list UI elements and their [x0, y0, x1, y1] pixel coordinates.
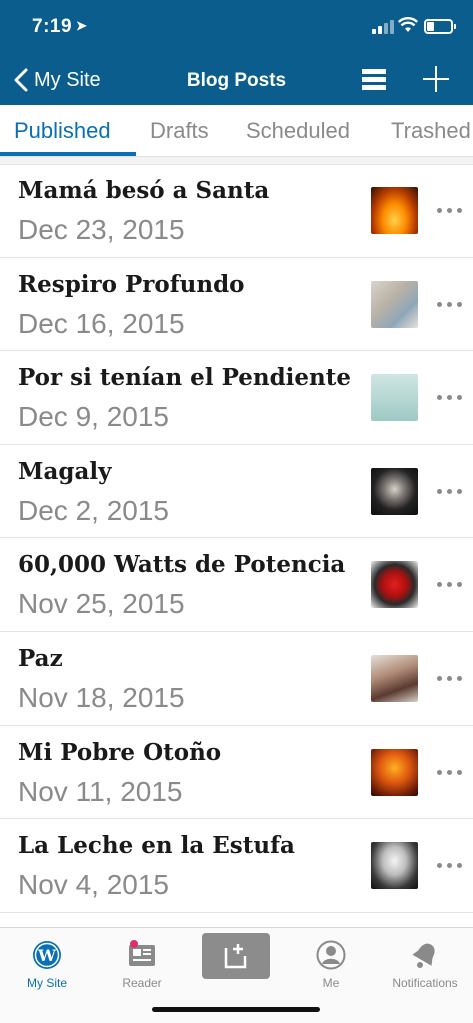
- post-title: Por si tenían el Pendiente: [18, 364, 352, 392]
- post-status-tabs: Published Drafts Scheduled Trashed: [0, 105, 473, 157]
- post-row[interactable]: Por si tenían el Pendiente Dec 9, 2015: [0, 351, 473, 445]
- post-thumbnail: [371, 561, 418, 609]
- post-row[interactable]: La Leche en la Estufa Nov 4, 2015: [0, 819, 473, 913]
- post-thumbnail: [371, 748, 418, 796]
- wifi-icon: [398, 17, 418, 32]
- ellipsis-icon[interactable]: [437, 205, 463, 215]
- post-title: Paz: [18, 644, 63, 672]
- tab-label-notifications: Notifications: [392, 976, 458, 990]
- tab-published[interactable]: Published: [14, 118, 111, 144]
- location-arrow-icon: ➤: [76, 18, 88, 33]
- ellipsis-icon[interactable]: [437, 767, 463, 777]
- tab-me[interactable]: Me: [284, 934, 378, 994]
- new-post-glyph: [224, 944, 247, 969]
- post-title: Respiro Profundo: [18, 270, 245, 298]
- post-thumbnail: [371, 842, 418, 890]
- tab-scheduled[interactable]: Scheduled: [246, 118, 350, 144]
- wordpress-icon: W: [33, 941, 61, 969]
- post-date: Nov 11, 2015: [18, 775, 183, 807]
- back-button[interactable]: My Site: [12, 66, 101, 94]
- post-date: Nov 18, 2015: [18, 681, 185, 713]
- post-row[interactable]: Magaly Dec 2, 2015: [0, 445, 473, 539]
- signal-icon: [372, 20, 394, 34]
- ellipsis-icon[interactable]: [437, 673, 463, 683]
- post-title: Mi Pobre Otoño: [18, 738, 222, 766]
- post-date: Dec 2, 2015: [18, 494, 169, 526]
- post-thumbnail: [371, 467, 418, 515]
- post-title: 60,000 Watts de Potencia: [18, 551, 346, 579]
- post-thumbnail: [371, 187, 418, 234]
- status-bar: 7:19 ➤: [0, 0, 473, 52]
- ellipsis-icon[interactable]: [437, 579, 463, 589]
- ellipsis-icon[interactable]: [437, 299, 463, 309]
- menu-icon[interactable]: [362, 69, 386, 91]
- chevron-left-icon: [14, 68, 28, 92]
- ellipsis-icon[interactable]: [437, 392, 463, 402]
- app-header: 7:19 ➤ My Site Blog Posts: [0, 0, 473, 105]
- ellipsis-icon[interactable]: [437, 486, 463, 496]
- battery-icon: [424, 19, 456, 34]
- posts-list: Mamá besó a Santa Dec 23, 2015 Respiro P…: [0, 164, 473, 913]
- home-indicator: [152, 1007, 320, 1012]
- post-date: Nov 25, 2015: [18, 588, 185, 620]
- back-button-label: My Site: [34, 68, 101, 91]
- bell-icon: [412, 943, 435, 968]
- status-time: 7:19 ➤: [32, 16, 87, 38]
- post-thumbnail: [371, 654, 418, 702]
- post-row[interactable]: Respiro Profundo Dec 16, 2015: [0, 258, 473, 352]
- svg-text:W: W: [37, 946, 57, 965]
- post-date: Nov 4, 2015: [18, 869, 169, 901]
- tab-label-reader: Reader: [122, 976, 162, 990]
- tab-notifications[interactable]: Notifications: [378, 934, 472, 994]
- me-icon: [316, 940, 346, 970]
- post-row[interactable]: Paz Nov 18, 2015: [0, 632, 473, 726]
- reader-icon: [129, 940, 155, 966]
- post-title: La Leche en la Estufa: [18, 832, 295, 860]
- post-date: Dec 16, 2015: [18, 307, 185, 339]
- ellipsis-icon[interactable]: [437, 860, 463, 870]
- tab-drafts[interactable]: Drafts: [150, 118, 209, 144]
- tab-trashed[interactable]: Trashed: [391, 118, 471, 144]
- post-thumbnail: [371, 374, 418, 422]
- tab-label-my-site: My Site: [26, 976, 67, 990]
- plus-icon[interactable]: [423, 66, 449, 92]
- post-title: Mamá besó a Santa: [18, 177, 270, 204]
- post-date: Dec 23, 2015: [18, 214, 185, 245]
- new-post-icon[interactable]: [202, 933, 270, 979]
- tab-label-me: Me: [322, 976, 340, 990]
- post-row[interactable]: Mi Pobre Otoño Nov 11, 2015: [0, 726, 473, 820]
- post-row[interactable]: Mamá besó a Santa Dec 23, 2015: [0, 164, 473, 258]
- tab-my-site[interactable]: W My Site: [0, 934, 94, 994]
- tab-reader[interactable]: Reader: [95, 934, 189, 994]
- post-date: Dec 9, 2015: [18, 401, 169, 433]
- navigation-bar: My Site Blog Posts: [0, 52, 473, 105]
- status-time-text: 7:19: [32, 16, 73, 37]
- post-title: Magaly: [18, 457, 112, 485]
- post-row[interactable]: 60,000 Watts de Potencia Nov 25, 2015: [0, 538, 473, 632]
- post-thumbnail: [371, 280, 418, 328]
- active-tab-indicator: [0, 152, 136, 156]
